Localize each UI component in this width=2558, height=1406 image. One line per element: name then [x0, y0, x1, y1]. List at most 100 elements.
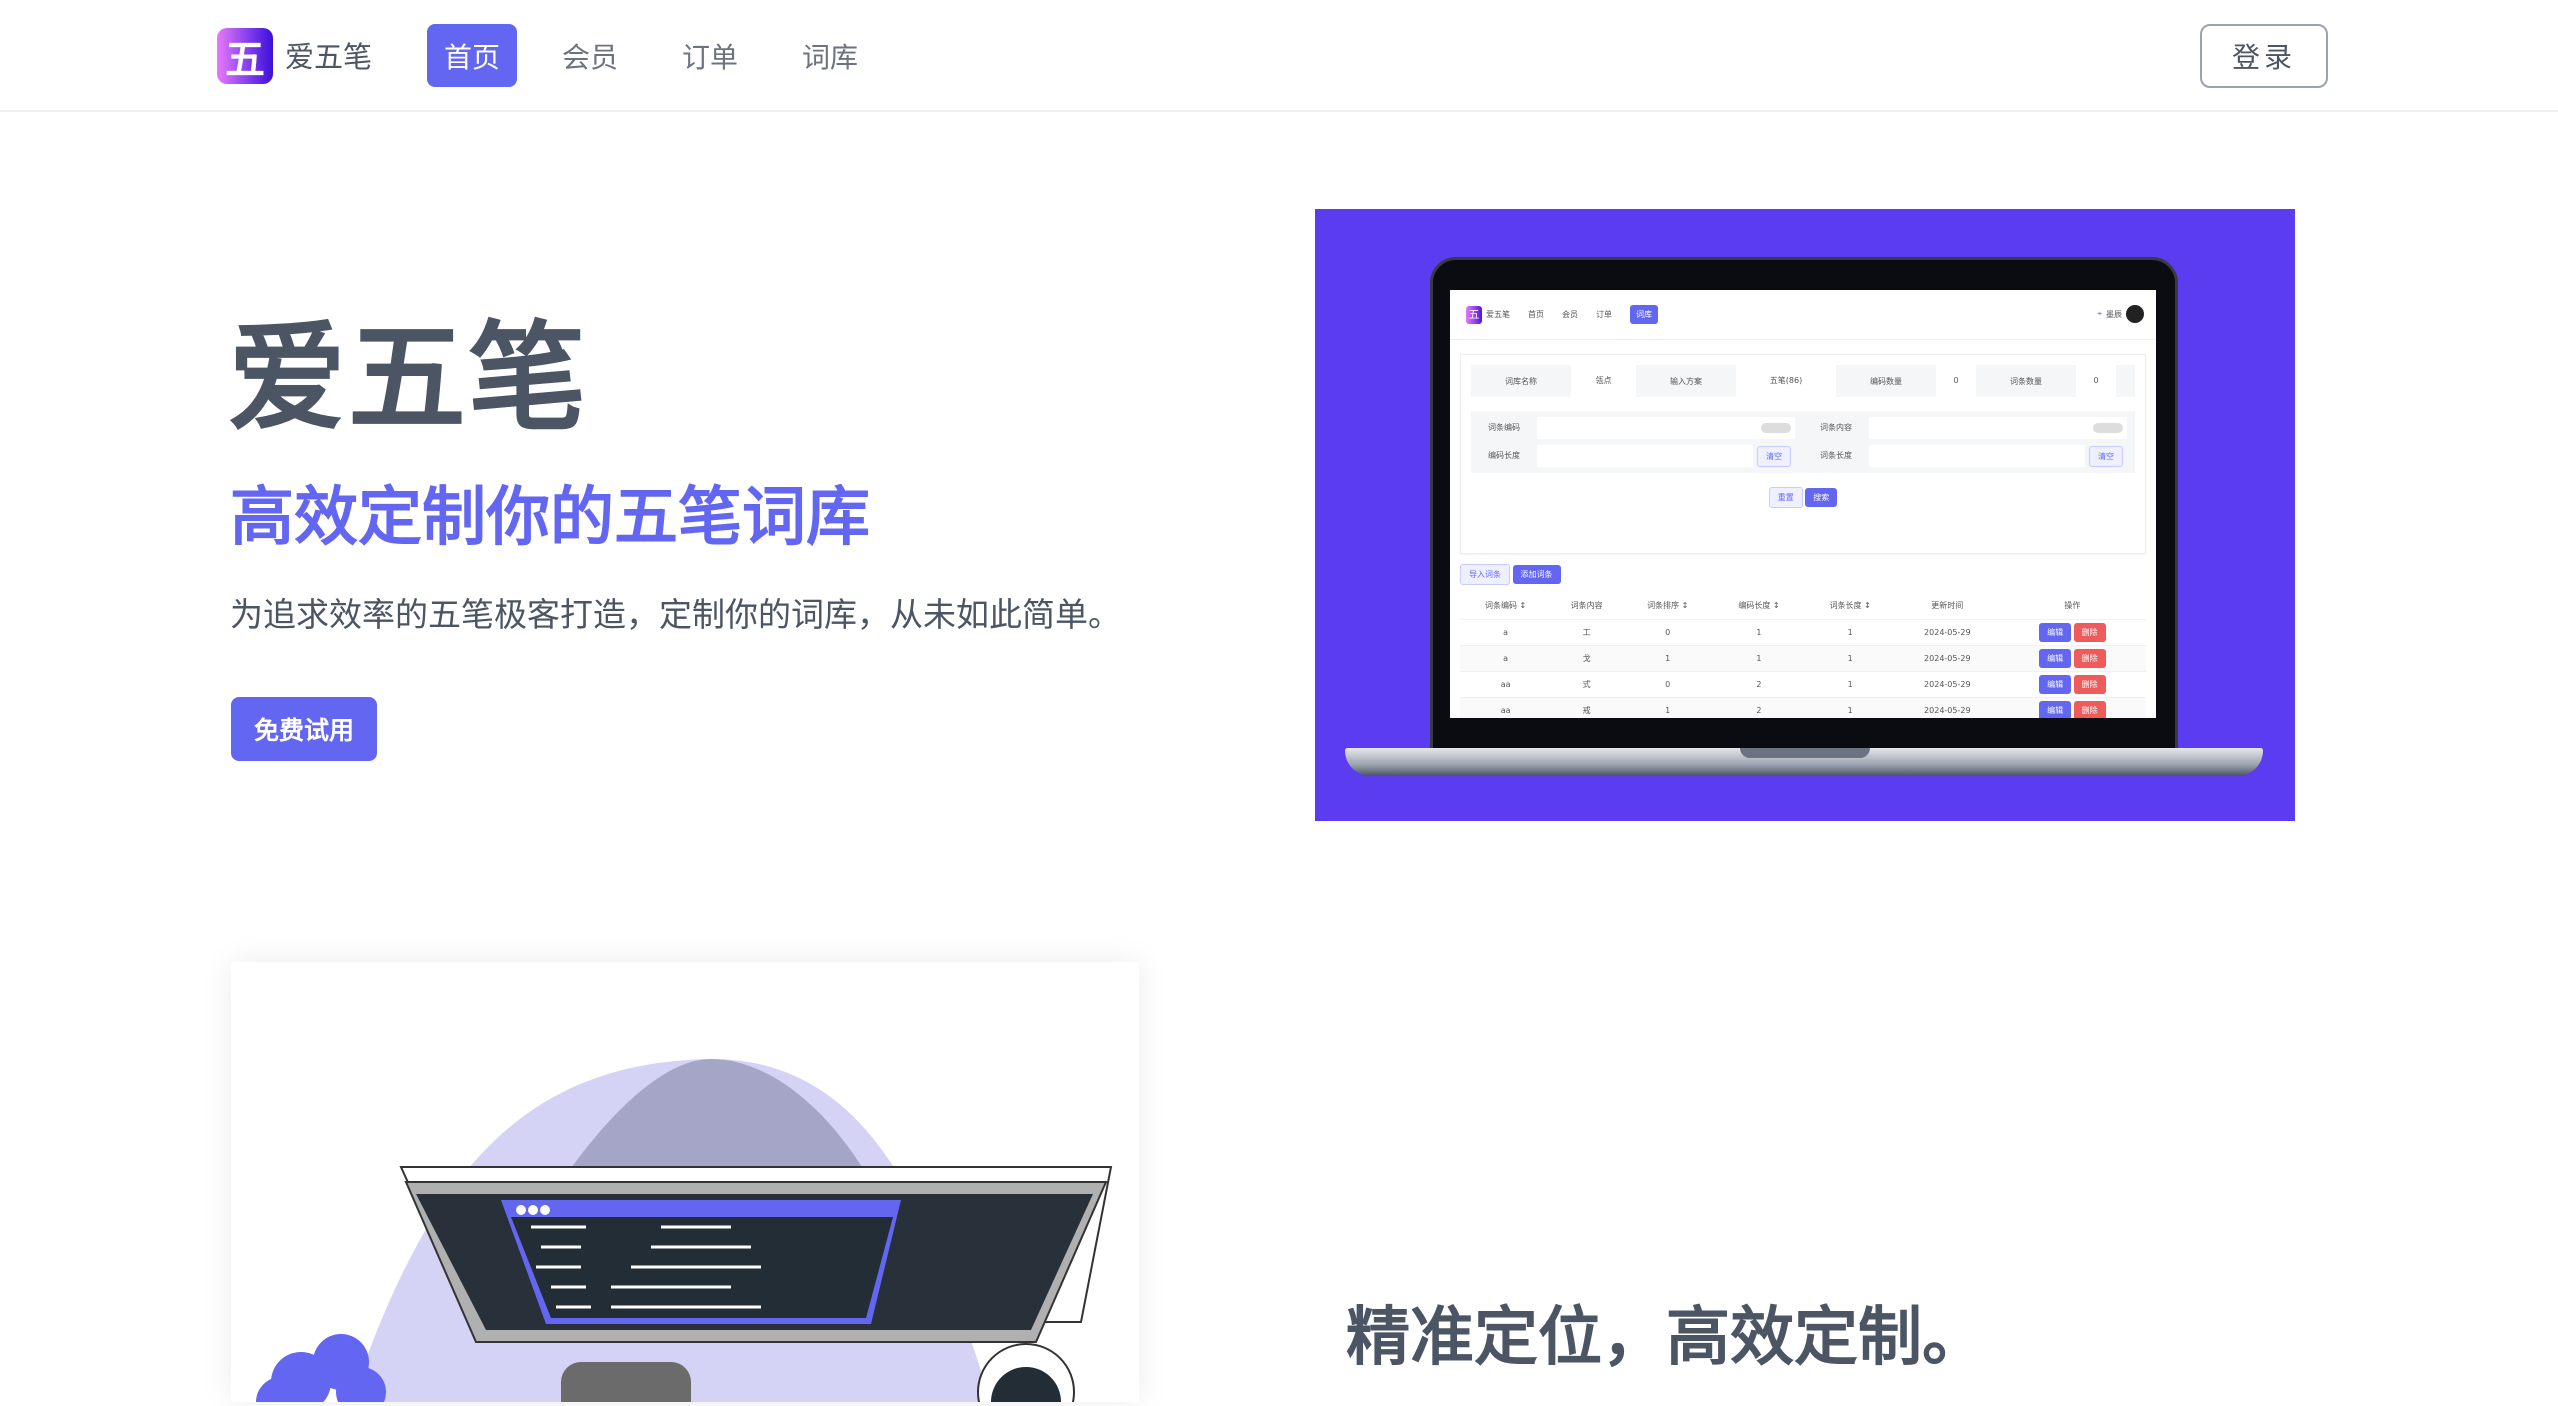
- table-cell: 2024-05-29: [1895, 619, 1999, 646]
- preview-info-cell: 0: [2076, 365, 2116, 397]
- table-cell: 戈: [1551, 645, 1623, 672]
- table-cell: 2: [1713, 697, 1805, 718]
- preview-nav: 订单: [1596, 310, 1612, 319]
- row-actions: 编辑 删除: [1998, 697, 2146, 718]
- table-cell: 2024-05-29: [1895, 671, 1999, 698]
- table-cell: 1: [1804, 619, 1896, 646]
- preview-column-header: 词条排序 ↕: [1622, 593, 1714, 620]
- label: 编码长度: [1488, 451, 1520, 460]
- nav-membership[interactable]: 会员: [550, 24, 630, 87]
- preview-column-header: 词条编码 ↕: [1460, 593, 1552, 620]
- preview-info-cell: 0: [1936, 365, 1976, 397]
- field: [1537, 417, 1795, 439]
- preview-filter-card: 词库名称 瓴点 输入方案 五笔(86) 编码数量 0 词条数量 0 词条编码 词条内容 编码长…: [1460, 354, 2146, 554]
- table-cell: 1: [1622, 697, 1714, 718]
- hero-title: 爱五笔: [228, 309, 589, 447]
- field: 清空: [1869, 445, 2127, 467]
- preview-brand: 爱五笔: [1486, 310, 1510, 319]
- preview-table: 词条编码 ↕ 词条内容 词条排序 ↕ 编码长度 ↕ 词条长度 ↕ 更新时间 操作 a 工 0 1 1 2…: [1460, 593, 2146, 718]
- label: 词条编码: [1488, 423, 1520, 432]
- nav-home[interactable]: 首页: [427, 24, 517, 87]
- delete-btn: 删除: [2073, 648, 2106, 668]
- preview-nav: 会员: [1562, 310, 1578, 319]
- table-row: a 戈 1 1 1 2024-05-29 编辑 删除: [1460, 645, 2146, 672]
- table-cell: 1: [1622, 645, 1714, 672]
- table-cell: aa: [1460, 697, 1552, 718]
- preview-nav: 首页: [1528, 310, 1544, 319]
- table-row: a 工 0 1 1 2024-05-29 编辑 删除: [1460, 619, 2146, 646]
- preview-logo-icon: 五: [1466, 305, 1482, 324]
- brand-name[interactable]: 爱五笔: [285, 34, 372, 76]
- hero-description: 为追求效率的五笔极客打造，定制你的词库，从未如此简单。: [230, 595, 1121, 634]
- preview-column-header: 词条内容: [1551, 593, 1623, 620]
- reset-btn: 重置: [1768, 487, 1803, 508]
- preview-info-cell: 词库名称: [1505, 376, 1537, 386]
- hero-subtitle: 高效定制你的五笔词库: [230, 481, 870, 555]
- table-cell: 2024-05-29: [1895, 697, 1999, 718]
- edit-btn: 编辑: [2039, 648, 2072, 668]
- edit-btn: 编辑: [2039, 622, 2072, 642]
- clear-btn: 清空: [2089, 445, 2123, 467]
- table-cell: 1: [1713, 645, 1805, 672]
- table-cell: 0: [1622, 671, 1714, 698]
- table-cell: 工: [1551, 619, 1623, 646]
- preview-column-header: 词条长度 ↕: [1804, 593, 1896, 620]
- top-nav-bar: 五 爱五笔 首页 会员 订单 词库 登录: [0, 0, 2558, 112]
- laptop-notch: [1740, 748, 1870, 758]
- login-button[interactable]: 登录: [2200, 24, 2328, 88]
- table-cell: 2: [1713, 671, 1805, 698]
- feature-title: 精准定位，高效定制。: [1346, 1301, 1986, 1375]
- preview-header: 五 爱五笔 首页 会员 订单 词库 ⌖ 墨辰: [1450, 290, 2156, 340]
- preview-info-cell: 输入方案: [1670, 376, 1702, 386]
- developer-monitor-illustration: [256, 1059, 1113, 1406]
- edit-btn: 编辑: [2039, 674, 2072, 694]
- clear-btn: 清空: [1757, 445, 1791, 467]
- preview-user: ⌖ 墨辰: [2097, 305, 2144, 323]
- feature-illustration-card: [231, 962, 1139, 1406]
- search-btn: 搜索: [1805, 488, 1838, 507]
- field: [1869, 417, 2127, 439]
- table-row: aa 戒 1 2 1 2024-05-29 编辑 删除: [1460, 697, 2146, 718]
- table-cell: 1: [1713, 619, 1805, 646]
- preview-column-header: 操作: [1998, 593, 2146, 620]
- table-cell: 戒: [1551, 697, 1623, 718]
- preview-info-row: 词库名称 瓴点 输入方案 五笔(86) 编码数量 0 词条数量 0: [1471, 365, 2135, 397]
- free-trial-button[interactable]: 免费试用: [231, 697, 377, 761]
- field: 清空: [1537, 445, 1795, 467]
- preview-user-name: 墨辰: [2106, 309, 2122, 319]
- add-btn: 添加词条: [1512, 565, 1561, 584]
- edit-btn: 编辑: [2039, 700, 2072, 718]
- preview-info-cell: 词条数量: [2010, 376, 2042, 386]
- table-cell: 1: [1804, 671, 1896, 698]
- table-row: aa 式 0 2 1 2024-05-29 编辑 删除: [1460, 671, 2146, 698]
- preview-info-cell: 瓴点: [1571, 365, 1636, 397]
- table-cell: aa: [1460, 671, 1552, 698]
- table-cell: 2024-05-29: [1895, 645, 1999, 672]
- table-cell: a: [1460, 619, 1552, 646]
- logo-icon[interactable]: 五: [217, 28, 273, 84]
- laptop-screen-preview: 五 爱五笔 首页 会员 订单 词库 ⌖ 墨辰 词库名称 瓴点 输入方案 五笔(86) 编码…: [1450, 290, 2156, 718]
- preview-info-cell: 五笔(86): [1736, 365, 1836, 397]
- preview-nav: 词库: [1630, 305, 1658, 324]
- table-cell: 0: [1622, 619, 1714, 646]
- table-cell: a: [1460, 645, 1552, 672]
- location-pin-icon: ⌖: [2097, 309, 2102, 318]
- preview-column-header: 更新时间: [1895, 593, 1999, 620]
- avatar: [2126, 305, 2144, 323]
- label: 词条内容: [1820, 423, 1852, 432]
- nav-dictionary[interactable]: 词库: [790, 24, 870, 87]
- row-actions: 编辑 删除: [1998, 645, 2146, 672]
- import-btn: 导入词条: [1460, 564, 1510, 585]
- row-actions: 编辑 删除: [1998, 671, 2146, 698]
- label: 词条长度: [1820, 451, 1852, 460]
- table-cell: 式: [1551, 671, 1623, 698]
- delete-btn: 删除: [2073, 700, 2106, 718]
- row-actions: 编辑 删除: [1998, 619, 2146, 646]
- table-cell: 1: [1804, 645, 1896, 672]
- preview-column-header: 编码长度 ↕: [1713, 593, 1805, 620]
- delete-btn: 删除: [2073, 674, 2106, 694]
- delete-btn: 删除: [2073, 622, 2106, 642]
- preview-info-cell: 编码数量: [1870, 376, 1902, 386]
- nav-orders[interactable]: 订单: [670, 24, 750, 87]
- preview-filter-form: 词条编码 词条内容 编码长度 清空 词条长度 清空: [1471, 411, 2135, 473]
